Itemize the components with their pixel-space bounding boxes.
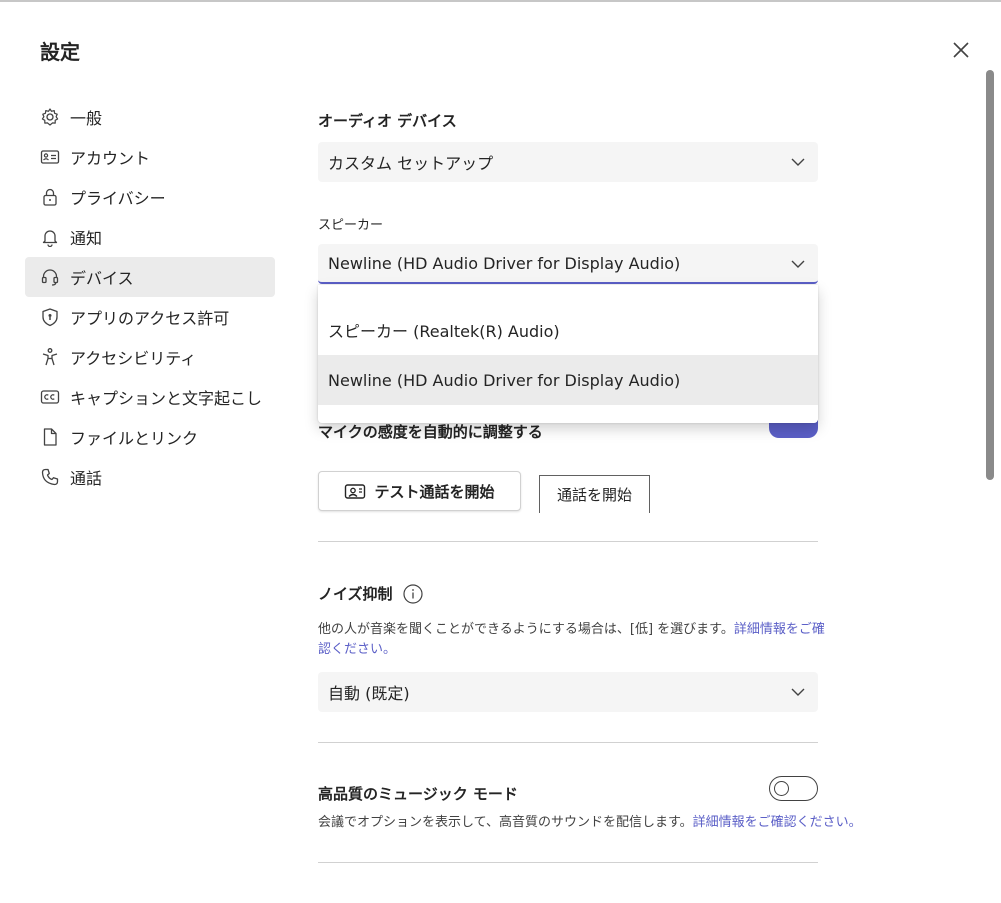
chevron-down-icon [791, 158, 805, 166]
settings-nav: 一般 アカウント プライバシー 通知 デバイス アプリのアクセス許可 アクセシビ… [25, 97, 275, 497]
speaker-option-label: スピーカー (Realtek(R) Audio) [328, 322, 560, 341]
lock-icon [39, 186, 61, 208]
nav-item-devices[interactable]: デバイス [25, 257, 275, 297]
nav-item-app-permissions[interactable]: アプリのアクセス許可 [25, 297, 275, 337]
shield-icon [39, 306, 61, 328]
speaker-label: スピーカー [318, 218, 384, 233]
speaker-option[interactable]: スピーカー (Realtek(R) Audio) [318, 305, 818, 355]
nav-item-accessibility[interactable]: アクセシビリティ [25, 337, 275, 377]
nav-item-label: キャプションと文字起こし [70, 389, 263, 408]
nav-item-label: 通話 [70, 469, 103, 488]
scrollbar-thumb[interactable] [986, 70, 994, 480]
noise-suppression-value: 自動 (既定) [328, 684, 410, 703]
noise-suppression-heading: ノイズ抑制 [318, 585, 393, 603]
video-person-icon [345, 484, 366, 499]
speaker-option-selected[interactable]: Newline (HD Audio Driver for Display Aud… [318, 355, 818, 405]
noise-desc-text: 他の人が音楽を聞くことができるようにする場合は、[低] を選びます。 [318, 622, 734, 637]
noise-learn-more-link[interactable]: 詳細情報をご確 [734, 622, 825, 637]
cc-icon [39, 386, 61, 408]
file-icon [39, 426, 61, 448]
section-divider [318, 541, 818, 542]
nav-item-label: デバイス [70, 269, 134, 288]
noise-suppression-select[interactable]: 自動 (既定) [318, 672, 818, 712]
nav-item-label: アプリのアクセス許可 [70, 309, 230, 328]
test-call-button[interactable]: テスト通話を開始 [318, 471, 521, 511]
accessibility-icon [39, 346, 61, 368]
mic-auto-adjust-label: マイクの感度を自動的に調整する [318, 423, 543, 441]
close-icon [953, 42, 969, 58]
nav-item-label: ファイルとリンク [70, 429, 199, 448]
music-mode-toggle[interactable] [769, 776, 818, 801]
audio-device-select[interactable]: カスタム セットアップ [318, 142, 818, 182]
toggle-knob [774, 780, 789, 796]
chevron-down-icon [791, 688, 805, 696]
chevron-down-icon [791, 260, 805, 268]
nav-item-label: 一般 [70, 109, 103, 128]
phone-icon [39, 466, 61, 488]
noise-learn-more-link-cont[interactable]: 認ください。 [318, 642, 396, 657]
music-desc-text: 会議でオプションを表示して、高音質のサウンドを配信します。 [318, 815, 693, 830]
nav-item-privacy[interactable]: プライバシー [25, 177, 275, 217]
music-mode-heading: 高品質のミュージック モード [318, 785, 518, 803]
noise-suppression-description: 他の人が音楽を聞くことができるようにする場合は、[低] を選びます。詳細情報をご… [318, 620, 828, 660]
nav-item-account[interactable]: アカウント [25, 137, 275, 177]
speaker-option-label: Newline (HD Audio Driver for Display Aud… [328, 370, 681, 390]
audio-devices-heading: オーディオ デバイス [318, 112, 457, 130]
nav-item-label: アカウント [70, 149, 151, 168]
info-icon[interactable] [402, 583, 424, 605]
bell-icon [39, 226, 61, 248]
nav-item-label: 通知 [70, 229, 103, 248]
nav-item-files-links[interactable]: ファイルとリンク [25, 417, 275, 457]
nav-item-general[interactable]: 一般 [25, 97, 275, 137]
start-call-button[interactable]: 通話を開始 [539, 475, 650, 513]
nav-item-label: アクセシビリティ [70, 349, 197, 368]
speaker-value: Newline (HD Audio Driver for Display Aud… [328, 253, 681, 273]
nav-item-calls[interactable]: 通話 [25, 457, 275, 497]
id-card-icon [39, 146, 61, 168]
section-divider [318, 862, 818, 863]
close-button[interactable] [946, 35, 976, 65]
test-call-label: テスト通話を開始 [374, 482, 495, 501]
nav-item-notifications[interactable]: 通知 [25, 217, 275, 257]
speaker-dropdown-list: スピーカー (Realtek(R) Audio) Newline (HD Aud… [318, 285, 818, 423]
speaker-select[interactable]: Newline (HD Audio Driver for Display Aud… [318, 244, 818, 284]
dialog-title: 設定 [40, 40, 80, 64]
audio-device-value: カスタム セットアップ [328, 154, 494, 173]
section-divider [318, 742, 818, 743]
start-call-label: 通話を開始 [556, 486, 632, 504]
nav-item-captions[interactable]: キャプションと文字起こし [25, 377, 275, 417]
music-learn-more-link[interactable]: 詳細情報をご確認ください。 [693, 815, 862, 830]
music-mode-description: 会議でオプションを表示して、高音質のサウンドを配信します。詳細情報をご確認くださ… [318, 813, 878, 833]
nav-item-label: プライバシー [70, 189, 166, 208]
window-top-border [0, 0, 1001, 2]
headset-icon [39, 266, 61, 288]
gear-icon [39, 106, 61, 128]
